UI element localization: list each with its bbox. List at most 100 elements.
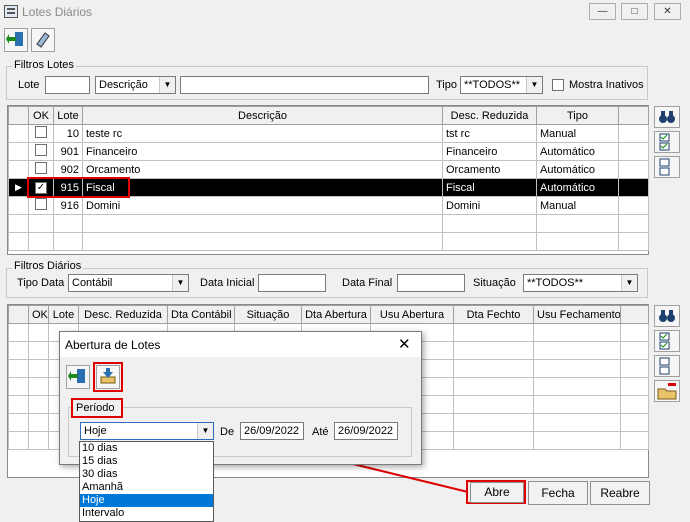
- tipo-data-combo[interactable]: Contábil ▼: [68, 274, 189, 292]
- header-ok[interactable]: OK: [28, 106, 54, 125]
- descricao-combo[interactable]: Descrição ▼: [95, 76, 176, 94]
- table-row[interactable]: 902 Orcamento Orcamento Automático: [8, 160, 649, 179]
- dialog-title-bar: Abertura de Lotes ✕: [60, 332, 421, 357]
- header-dta-contabil[interactable]: Dta Contábil: [167, 305, 235, 324]
- binoculars-icon: [659, 310, 675, 322]
- header-tipo[interactable]: Tipo: [536, 106, 619, 125]
- filtros-lotes-label: Filtros Lotes: [12, 59, 76, 71]
- minimize-button[interactable]: —: [589, 3, 616, 20]
- exit-door-button[interactable]: [4, 28, 28, 52]
- cell-lote: 902: [53, 160, 83, 179]
- cell-descricao: Fiscal: [82, 178, 443, 197]
- header-usu-fechamento[interactable]: Usu Fechamento: [533, 305, 621, 324]
- header-desc-reduzida[interactable]: Desc. Reduzida: [78, 305, 168, 324]
- eraser-button[interactable]: [31, 28, 55, 52]
- open-lote-button[interactable]: [96, 365, 120, 389]
- ate-label: Até: [312, 426, 329, 438]
- dialog-title: Abertura de Lotes: [65, 338, 161, 352]
- exit-door-icon: [6, 32, 23, 46]
- descricao-input[interactable]: [180, 76, 429, 94]
- check-all-button[interactable]: [654, 131, 680, 153]
- row-checkbox[interactable]: [35, 126, 47, 138]
- check-all-button[interactable]: [654, 330, 680, 352]
- header-dta-abertura[interactable]: Dta Abertura: [301, 305, 371, 324]
- de-input[interactable]: 26/09/2022: [240, 422, 304, 440]
- data-inicial-label: Data Inicial: [200, 277, 255, 289]
- uncheck-all-button[interactable]: [654, 355, 680, 377]
- header-situacao[interactable]: Situação: [234, 305, 302, 324]
- row-indicator: ▶: [8, 178, 29, 197]
- header-descricao[interactable]: Descrição: [82, 106, 443, 125]
- filtros-diarios-label: Filtros Diários: [12, 260, 84, 272]
- cell-tipo: Automático: [536, 160, 619, 179]
- cell-lote: 916: [53, 196, 83, 215]
- cell-desc-reduzida: Domini: [442, 196, 537, 215]
- dropdown-option[interactable]: 15 dias: [80, 455, 213, 468]
- uncheck-list-icon: [659, 357, 670, 375]
- dialog-close-icon[interactable]: ✕: [398, 335, 411, 353]
- uncheck-list-icon: [659, 158, 670, 176]
- cell-descricao: Orcamento: [82, 160, 443, 179]
- table-row: [8, 232, 649, 251]
- window-title: Lotes Diários: [22, 5, 93, 19]
- row-indicator: [8, 142, 29, 161]
- chevron-down-icon: ▼: [159, 77, 175, 93]
- data-inicial-input[interactable]: [258, 274, 326, 292]
- find-button[interactable]: [654, 305, 680, 327]
- header-ok[interactable]: OK: [28, 305, 49, 324]
- row-checkbox-cell[interactable]: [28, 196, 54, 215]
- table-row[interactable]: 10 teste rc tst rc Manual: [8, 124, 649, 143]
- situacao-combo[interactable]: **TODOS** ▼: [523, 274, 638, 292]
- cell-descricao: teste rc: [82, 124, 443, 143]
- cell-tipo: Manual: [536, 124, 619, 143]
- app-icon: [4, 5, 18, 18]
- table-row[interactable]: 916 Domini Domini Manual: [8, 196, 649, 215]
- data-final-label: Data Final: [342, 277, 393, 289]
- row-indicator: [8, 196, 29, 215]
- check-list-icon: [659, 133, 670, 151]
- dropdown-option[interactable]: Hoje: [80, 494, 213, 507]
- periodo-dropdown[interactable]: 10 dias 15 dias 30 dias Amanhã Hoje Intervalo: [79, 441, 214, 522]
- header-desc-reduzida[interactable]: Desc. Reduzida: [442, 106, 537, 125]
- maximize-button[interactable]: □: [621, 3, 648, 20]
- cell-tipo: Automático: [536, 142, 619, 161]
- chevron-down-icon: ▼: [172, 275, 188, 291]
- uncheck-all-button[interactable]: [654, 156, 680, 178]
- tipo-data-label: Tipo Data: [17, 277, 65, 289]
- title-bar: Lotes Diários — □ ✕: [0, 0, 690, 24]
- situacao-label: Situação: [473, 277, 516, 289]
- row-checkbox-cell[interactable]: [28, 160, 54, 179]
- tipo-combo[interactable]: **TODOS** ▼: [460, 76, 543, 94]
- find-button[interactable]: [654, 106, 680, 128]
- header-lote[interactable]: Lote: [48, 305, 79, 324]
- cell-desc-reduzida: Financeiro: [442, 142, 537, 161]
- table-row: [8, 214, 649, 233]
- data-final-input[interactable]: [397, 274, 465, 292]
- header-usu-abertura[interactable]: Usu Abertura: [370, 305, 454, 324]
- row-indicator: [8, 124, 29, 143]
- table-row[interactable]: 901 Financeiro Financeiro Automático: [8, 142, 649, 161]
- ate-input[interactable]: 26/09/2022: [334, 422, 398, 440]
- header-lote[interactable]: Lote: [53, 106, 83, 125]
- exit-door-button[interactable]: [66, 365, 90, 389]
- abre-button[interactable]: Abre: [470, 482, 524, 503]
- row-checkbox[interactable]: [35, 162, 47, 174]
- row-checkbox-cell[interactable]: [28, 142, 54, 161]
- mostra-inativos-checkbox[interactable]: [552, 79, 564, 91]
- fecha-button[interactable]: Fecha: [528, 481, 588, 505]
- lote-input[interactable]: [45, 76, 90, 94]
- close-button[interactable]: ✕: [654, 3, 681, 20]
- row-checkbox[interactable]: [35, 198, 47, 210]
- row-checkbox[interactable]: [35, 144, 47, 156]
- dropdown-option[interactable]: Amanhã: [80, 481, 213, 494]
- mostra-inativos-label: Mostra Inativos: [569, 79, 644, 91]
- periodo-combo[interactable]: Hoje ▼: [80, 422, 214, 440]
- dropdown-option[interactable]: 30 dias: [80, 468, 213, 481]
- reabre-button[interactable]: Reabre: [590, 481, 650, 505]
- row-checkbox-cell[interactable]: [28, 124, 54, 143]
- open-folder-button[interactable]: [654, 380, 680, 402]
- dropdown-option[interactable]: 10 dias: [80, 442, 213, 455]
- header-dta-fechto[interactable]: Dta Fechto: [453, 305, 534, 324]
- row-indicator: [8, 160, 29, 179]
- dropdown-option[interactable]: Intervalo: [80, 507, 213, 520]
